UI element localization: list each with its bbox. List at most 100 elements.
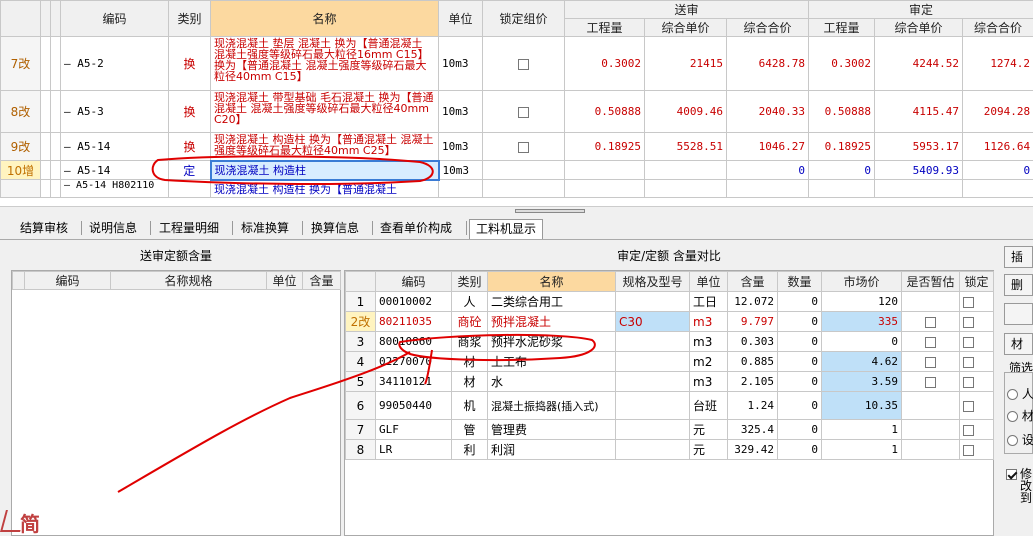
row-code[interactable]: — A5-14 (60, 160, 169, 180)
row-code[interactable]: GLF (375, 419, 452, 440)
right-header-content[interactable]: 含量 (727, 271, 778, 292)
radio-icon[interactable] (1007, 411, 1018, 422)
row-category[interactable]: 换 (168, 36, 211, 91)
row-app-qty[interactable] (808, 179, 876, 198)
row-sub-qty[interactable] (564, 160, 645, 180)
row-number[interactable]: 7改 (0, 36, 41, 91)
row-app-price[interactable] (874, 179, 964, 198)
row-lock[interactable] (482, 36, 565, 91)
row-name[interactable]: 管理费 (487, 419, 616, 440)
row-code[interactable]: 80010860 (375, 331, 452, 352)
right-header-market-price[interactable]: 市场价 (821, 271, 902, 292)
row-spec[interactable] (615, 419, 690, 440)
row-content[interactable]: 329.42 (727, 439, 778, 460)
material-button[interactable]: 材 (1004, 333, 1033, 355)
header-sub-price[interactable]: 综合单价 (644, 18, 727, 37)
lock-checkbox[interactable] (518, 141, 529, 153)
row-category[interactable]: 定 (168, 160, 211, 180)
lock-checkbox[interactable] (963, 336, 974, 348)
table-row[interactable]: 1 00010002 人 二类综合用工 工日 12.072 0 120 (345, 291, 994, 312)
row-lock[interactable] (959, 419, 994, 440)
row-market-price[interactable]: 4.62 (821, 351, 902, 372)
delete-button[interactable]: 删除 (1004, 274, 1033, 296)
tab-settlement-review[interactable]: 结算审核 (14, 219, 74, 239)
left-header-name[interactable]: 名称规格 (110, 271, 267, 290)
row-number[interactable]: 6 (345, 391, 376, 420)
row-unit[interactable]: 台班 (689, 391, 728, 420)
row-code[interactable]: 02270070 (375, 351, 452, 372)
header-sub-total[interactable]: 综合合价 (725, 18, 810, 37)
row-code[interactable]: 99050440 (375, 391, 452, 420)
row-unit[interactable] (438, 179, 483, 198)
row-lock[interactable] (959, 351, 994, 372)
row-number[interactable]: 8 (345, 439, 376, 460)
right-header-lock[interactable]: 锁定 (959, 271, 994, 292)
row-unit[interactable]: 元 (689, 439, 728, 460)
row-code[interactable]: — A5-2 (60, 36, 169, 91)
row-sub-price[interactable]: 5528.51 (644, 132, 727, 161)
row-category[interactable]: 换 (168, 132, 211, 161)
radio-material[interactable]: 材 (1007, 407, 1033, 424)
row-unit[interactable]: 元 (689, 419, 728, 440)
row-app-price[interactable]: 4115.47 (874, 90, 964, 133)
row-sub-price[interactable]: 4009.46 (644, 90, 727, 133)
row-category[interactable]: 管 (451, 419, 488, 440)
table-row[interactable]: 6 99050440 机 混凝土振捣器(插入式) 台班 1.24 0 10.35 (345, 391, 994, 420)
row-market-price[interactable]: 0 (821, 331, 902, 352)
row-code[interactable]: — A5-14 (60, 132, 169, 161)
row-sub-price[interactable] (644, 179, 727, 198)
right-header-temp[interactable]: 是否暂估 (901, 271, 960, 292)
row-app-price[interactable]: 4244.52 (874, 36, 964, 91)
row-sub-qty[interactable]: 0.18925 (564, 132, 645, 161)
modify-to-checkbox[interactable]: 修改到 (1006, 468, 1033, 504)
table-row[interactable]: 7改 — A5-2 换 现浇混凝土 垫层 混凝土 换为【普通混凝土 混凝土强度等… (0, 36, 1033, 91)
row-name[interactable]: 现浇混凝土 垫层 混凝土 换为【普通混凝土 混凝土强度等级碎石最大粒径16mm … (210, 36, 439, 91)
left-header-unit[interactable]: 单位 (266, 271, 303, 290)
radio-icon[interactable] (1007, 435, 1018, 446)
row-number[interactable]: 5 (345, 371, 376, 392)
row-content[interactable]: 0.885 (727, 351, 778, 372)
right-header-code[interactable]: 编码 (375, 271, 452, 292)
row-lock[interactable] (959, 439, 994, 460)
lock-checkbox[interactable] (963, 400, 974, 412)
row-app-qty[interactable]: 0 (808, 160, 876, 180)
row-name[interactable]: 预拌混凝土 (487, 311, 616, 332)
row-lock[interactable] (482, 132, 565, 161)
row-lock[interactable] (959, 371, 994, 392)
lock-checkbox[interactable] (518, 58, 529, 70)
temp-checkbox[interactable] (925, 356, 936, 368)
lock-checkbox[interactable] (963, 444, 974, 456)
lock-checkbox[interactable] (963, 296, 974, 308)
row-market-price[interactable]: 120 (821, 291, 902, 312)
row-unit[interactable]: 10m3 (438, 132, 483, 161)
header-category[interactable]: 类别 (168, 0, 211, 37)
header-app-total[interactable]: 综合合价 (962, 18, 1033, 37)
row-sub-qty[interactable]: 0.50888 (564, 90, 645, 133)
row-category[interactable]: 换 (168, 90, 211, 133)
insert-button[interactable]: 插入 (1004, 246, 1033, 268)
row-lock[interactable] (959, 331, 994, 352)
radio-person[interactable]: 人 (1007, 385, 1033, 402)
row-lock[interactable] (959, 391, 994, 420)
row-name[interactable]: 现浇混凝土 带型基础 毛石混凝土 换为【普通混凝土 混凝土强度等级碎石最大粒径4… (210, 90, 439, 133)
row-content[interactable]: 2.105 (727, 371, 778, 392)
row-lock[interactable] (482, 90, 565, 133)
row-unit[interactable]: m2 (689, 351, 728, 372)
row-temp[interactable] (901, 351, 960, 372)
right-header-unit[interactable]: 单位 (689, 271, 728, 292)
row-category[interactable] (168, 179, 211, 198)
row-sub-price[interactable] (644, 160, 727, 180)
row-spec[interactable] (615, 291, 690, 312)
temp-checkbox[interactable] (925, 316, 936, 328)
row-market-price[interactable]: 1 (821, 419, 902, 440)
row-category[interactable]: 商浆 (451, 331, 488, 352)
row-number[interactable]: 3 (345, 331, 376, 352)
row-unit[interactable]: 10m3 (438, 36, 483, 91)
right-header-name[interactable]: 名称 (487, 271, 616, 292)
radio-icon[interactable] (1007, 389, 1018, 400)
table-row[interactable]: — A5-14 H802110 现浇混凝土 构造柱 换为【普通混凝土 (0, 179, 1033, 198)
row-number[interactable] (0, 179, 41, 198)
row-temp[interactable] (901, 371, 960, 392)
row-number[interactable]: 4 (345, 351, 376, 372)
row-unit[interactable]: m3 (689, 311, 728, 332)
